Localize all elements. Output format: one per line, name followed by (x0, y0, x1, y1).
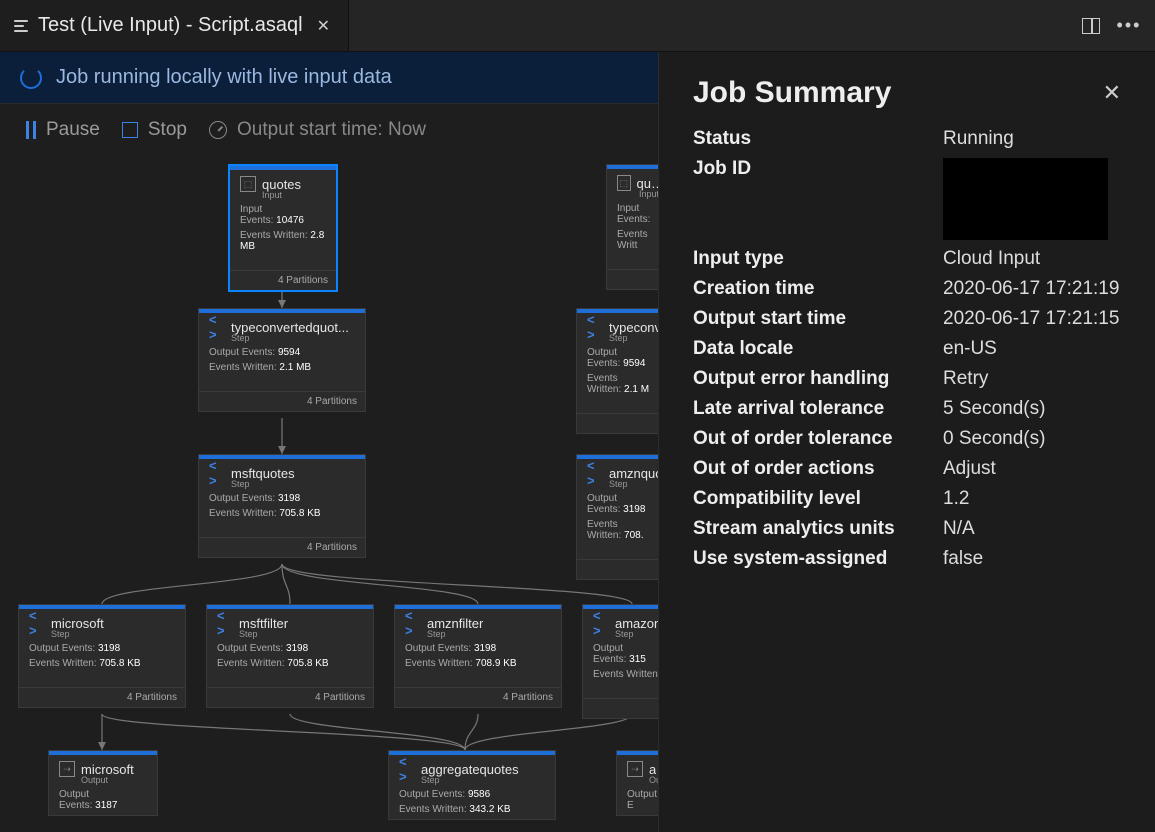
step-icon: < > (29, 615, 45, 631)
more-icon[interactable]: ••• (1119, 16, 1139, 36)
row-ooo-tolerance: Out of order tolerance0 Second(s) (693, 428, 1121, 450)
job-diagram-canvas[interactable]: ⬚ quotes Input Input Events: 10476 Event… (12, 156, 672, 826)
pause-button[interactable]: Pause (26, 119, 100, 141)
node-microsoft[interactable]: < >microsoft Step Output Events: 3198 Ev… (18, 604, 186, 708)
close-icon[interactable]: ✕ (1103, 80, 1121, 106)
row-output-start-time: Output start time2020-06-17 17:21:15 (693, 308, 1121, 330)
stop-button[interactable]: Stop (122, 119, 187, 141)
row-ooo-actions: Out of order actionsAdjust (693, 458, 1121, 480)
input-icon: ⬚ (240, 176, 256, 192)
row-system-assigned: Use system-assignedfalse (693, 548, 1121, 570)
output-icon: ⇢ (627, 761, 643, 777)
stop-icon (122, 122, 138, 138)
row-output-error: Output error handlingRetry (693, 368, 1121, 390)
node-amznfilter[interactable]: < >amznfilter Step Output Events: 3198 E… (394, 604, 562, 708)
step-icon: < > (209, 465, 225, 481)
node-msftfilter[interactable]: < >msftfilter Step Output Events: 3198 E… (206, 604, 374, 708)
step-icon: < > (587, 319, 603, 335)
output-time-button[interactable]: Output start time: Now (209, 119, 426, 141)
row-sau: Stream analytics unitsN/A (693, 518, 1121, 540)
row-status: StatusRunning (693, 128, 1121, 150)
jobid-redacted (943, 158, 1108, 240)
split-editor-icon[interactable] (1081, 16, 1101, 36)
hamburger-icon[interactable] (14, 20, 28, 32)
output-icon: ⇢ (59, 761, 75, 777)
node-microsoft-output[interactable]: ⇢microsoft Output Output Events: 3187 (48, 750, 158, 816)
step-icon: < > (587, 465, 603, 481)
row-job-id: Job ID (693, 158, 1121, 240)
tab-bar: Test (Live Input) - Script.asaql ✕ ••• (0, 0, 1155, 52)
spinner-icon (20, 67, 42, 89)
close-icon[interactable]: ✕ (313, 14, 334, 38)
row-compat: Compatibility level1.2 (693, 488, 1121, 510)
tab-active[interactable]: Test (Live Input) - Script.asaql ✕ (0, 0, 349, 51)
step-icon: < > (217, 615, 233, 631)
row-creation-time: Creation time2020-06-17 17:21:19 (693, 278, 1121, 300)
panel-title: Job Summary (693, 76, 891, 110)
status-text: Job running locally with live input data (56, 66, 392, 89)
row-data-locale: Data localeen-US (693, 338, 1121, 360)
clock-icon (209, 121, 227, 139)
step-icon: < > (593, 615, 609, 631)
input-icon: ⬚ (617, 175, 631, 191)
tab-title: Test (Live Input) - Script.asaql (38, 14, 303, 37)
node-msftquotes[interactable]: < >msftquotes Step Output Events: 3198 E… (198, 454, 366, 558)
job-summary-panel: Job Summary ✕ StatusRunning Job ID Input… (658, 52, 1155, 832)
step-icon: < > (405, 615, 421, 631)
node-typeconvertedquotes[interactable]: < >typeconvertedquot... Step Output Even… (198, 308, 366, 412)
node-aggregatequotes[interactable]: < >aggregatequotes Step Output Events: 9… (388, 750, 556, 820)
node-quotes[interactable]: ⬚ quotes Input Input Events: 10476 Event… (228, 164, 338, 292)
row-input-type: Input typeCloud Input (693, 248, 1121, 270)
row-late-arrival: Late arrival tolerance5 Second(s) (693, 398, 1121, 420)
step-icon: < > (399, 761, 415, 777)
step-icon: < > (209, 319, 225, 335)
pause-icon (26, 121, 36, 139)
